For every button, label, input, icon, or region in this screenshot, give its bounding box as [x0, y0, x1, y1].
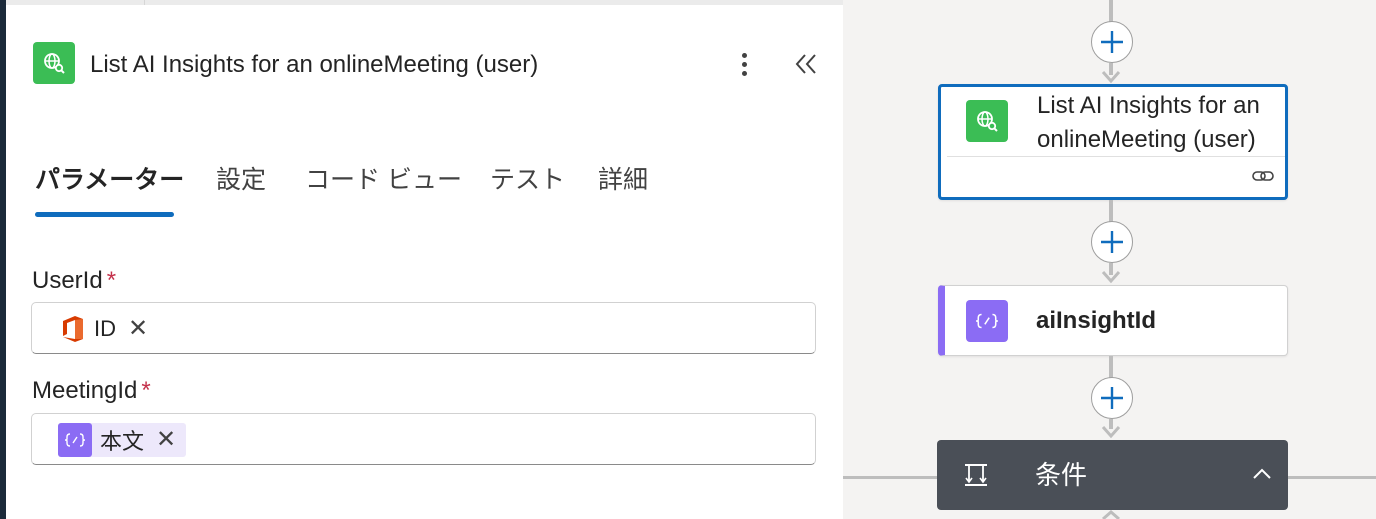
card-title: List AI Insights for an onlineMeeting (u…: [1037, 92, 1260, 153]
tab-test[interactable]: テスト: [490, 162, 565, 198]
remove-token-icon[interactable]: ✕: [156, 428, 176, 452]
meetingid-label-text: MeetingId: [32, 377, 138, 404]
meetingid-field[interactable]: 本文 ✕: [31, 413, 816, 465]
add-step-button[interactable]: [1091, 221, 1133, 263]
globe-search-icon: [966, 100, 1008, 142]
token-label: 本文: [100, 429, 145, 454]
arrow-down-icon: [1101, 426, 1121, 439]
variable-icon: [966, 300, 1008, 342]
add-step-button[interactable]: [1091, 377, 1133, 419]
userid-label: UserId *: [32, 266, 116, 296]
more-dot: [741, 52, 747, 58]
token-label: ID: [94, 316, 116, 341]
tab-settings[interactable]: 設定: [216, 162, 266, 198]
active-tab-indicator: [35, 212, 174, 217]
tab-code-view[interactable]: コード ビュー: [305, 162, 462, 198]
action-details-panel: List AI Insights for an onlineMeeting (u…: [6, 0, 843, 519]
double-chevron-left-icon: [795, 54, 816, 74]
condition-block[interactable]: 条件: [937, 440, 1288, 510]
globe-search-icon: [33, 42, 75, 84]
required-mark: *: [141, 377, 151, 404]
flow-designer-canvas[interactable]: List AI Insights for an onlineMeeting (u…: [843, 0, 1376, 519]
link-icon: [1252, 171, 1274, 181]
required-mark: *: [106, 267, 117, 294]
connector-line: [1109, 356, 1113, 378]
connector-line: [1109, 200, 1113, 222]
meetingid-label: MeetingId *: [32, 376, 151, 406]
panel-top-border: [6, 0, 843, 5]
arrow-down-icon: [1101, 271, 1121, 284]
action-card-list-ai-insights[interactable]: List AI Insights for an onlineMeeting (u…: [938, 84, 1288, 200]
remove-token-icon[interactable]: ✕: [128, 317, 148, 341]
arrow-down-icon: [1101, 71, 1121, 84]
expression-token[interactable]: 本文 ✕: [58, 423, 187, 457]
more-dot: [741, 70, 747, 76]
connector-stub: [1102, 510, 1120, 519]
plus-icon: [1101, 31, 1123, 53]
plus-icon: [1101, 387, 1123, 409]
panel-title: List AI Insights for an onlineMeeting (u…: [90, 51, 539, 78]
office-icon: [63, 316, 83, 342]
tab-details[interactable]: 詳細: [598, 162, 648, 198]
connector-line: [1109, 0, 1113, 22]
tab-parameters[interactable]: パラメーター: [35, 162, 184, 198]
card-title: aiInsightId: [1036, 307, 1156, 334]
dynamic-content-token[interactable]: ID ✕: [60, 312, 156, 346]
add-step-button[interactable]: [1091, 21, 1133, 63]
more-options-button[interactable]: [730, 48, 758, 80]
plus-icon: [1101, 231, 1123, 253]
condition-icon: [965, 464, 987, 486]
more-dot: [741, 61, 747, 67]
userid-field[interactable]: ID ✕: [31, 302, 816, 354]
userid-label-text: UserId: [32, 267, 103, 294]
expression-icon: [58, 423, 92, 457]
collapse-panel-button[interactable]: [790, 46, 822, 82]
condition-title: 条件: [1035, 460, 1088, 490]
action-card-aiinsightid[interactable]: aiInsightId: [938, 285, 1288, 356]
card-divider: [947, 156, 1285, 157]
chevron-up-icon[interactable]: [1251, 466, 1273, 482]
